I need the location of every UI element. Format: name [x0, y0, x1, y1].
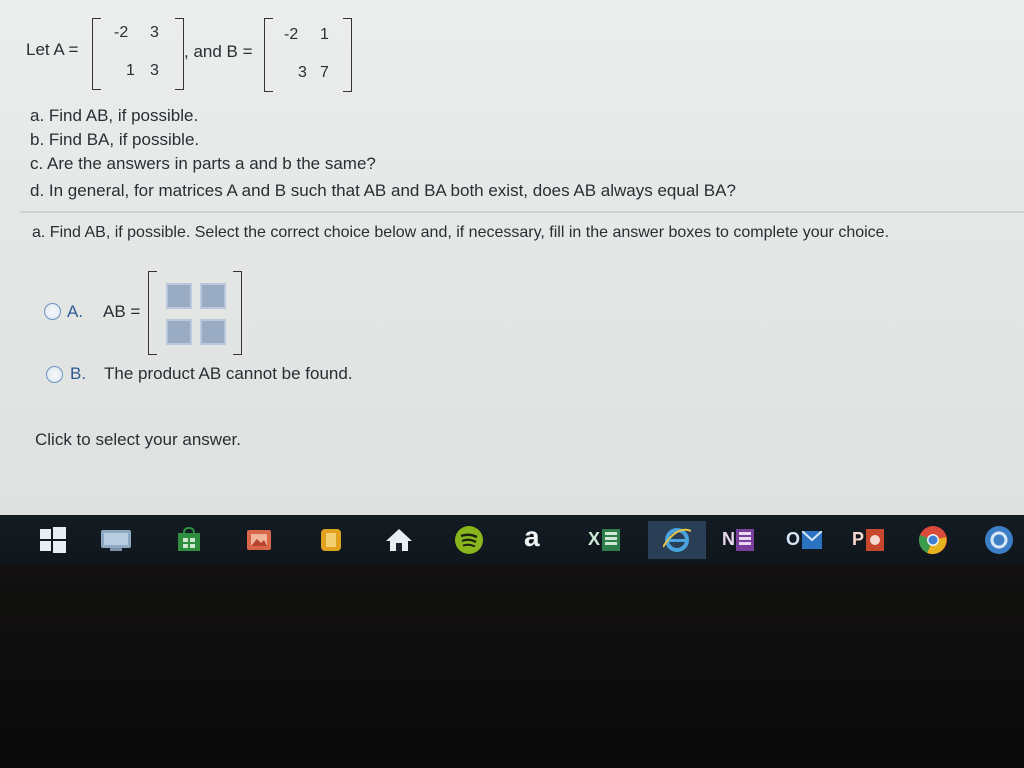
computer-icon[interactable] [100, 527, 132, 553]
matrix-b-cell: 7 [320, 64, 329, 81]
matrix-a-cell: -2 [114, 24, 129, 41]
notes-icon[interactable] [318, 527, 344, 553]
part-d-text: d. In general, for matrices A and B such… [30, 181, 736, 200]
matrix-b-cell: -2 [284, 26, 299, 43]
matrix-a-cell: 1 [126, 62, 135, 79]
powerpoint-icon[interactable]: P [852, 527, 886, 553]
onenote-letter: N [722, 529, 735, 549]
matrix-a: -2 3 1 3 [92, 18, 184, 90]
matrix-a-cell: 3 [150, 24, 159, 41]
answer-box-r1c2[interactable] [200, 283, 226, 309]
home-icon[interactable] [384, 527, 412, 553]
part-c-text: c. Are the answers in parts a and b the … [30, 154, 376, 173]
divider [20, 211, 1024, 213]
choice-b-label[interactable]: The product AB cannot be found. [104, 364, 353, 384]
answer-box-r1c1[interactable] [166, 283, 192, 309]
laptop-bezel [0, 565, 1024, 768]
excel-icon[interactable]: X [588, 527, 622, 553]
let-a-label: Let A = [26, 40, 79, 59]
part-b-text: b. Find BA, if possible. [30, 130, 200, 149]
matrix-b: -2 1 3 7 [264, 18, 352, 92]
choice-a-letter[interactable]: A. [67, 302, 83, 322]
choice-a-radio[interactable] [44, 303, 61, 320]
matrix-b-cell: 3 [298, 64, 307, 81]
part-a-text: a. Find AB, if possible. [30, 106, 199, 125]
choice-b-letter[interactable]: B. [70, 364, 86, 384]
powerpoint-letter: P [852, 529, 865, 549]
chrome-icon[interactable] [918, 525, 948, 555]
spotify-icon[interactable] [454, 525, 484, 555]
outlook-letter: O [786, 529, 801, 549]
internet-explorer-icon[interactable] [648, 521, 706, 559]
excel-letter: X [588, 529, 601, 549]
ab-answer-matrix [148, 271, 242, 355]
photos-icon[interactable] [246, 527, 272, 553]
outlook-icon[interactable]: O [786, 527, 822, 553]
store-icon[interactable] [176, 526, 202, 553]
amazon-icon[interactable]: a [524, 521, 550, 552]
answer-box-r2c1[interactable] [166, 319, 192, 345]
onenote-icon[interactable]: N [722, 527, 756, 553]
taskbar: a X N O P [0, 515, 1024, 565]
answer-box-r2c2[interactable] [200, 319, 226, 345]
amazon-letter: a [524, 521, 540, 552]
matrix-b-cell: 1 [320, 26, 329, 43]
math-problem-screen: Let A = -2 3 1 3 , and B = -2 1 3 7 a. F… [0, 0, 1024, 515]
windows-start-icon[interactable] [40, 527, 66, 553]
click-hint: Click to select your answer. [35, 430, 241, 449]
matrix-a-cell: 3 [150, 62, 159, 79]
question-instruction: a. Find AB, if possible. Select the corr… [32, 224, 890, 241]
and-b-label: , and B = [184, 42, 253, 61]
choice-a-label[interactable]: AB = [103, 302, 140, 322]
app-icon[interactable] [984, 525, 1014, 555]
choice-b-radio[interactable] [46, 366, 63, 383]
